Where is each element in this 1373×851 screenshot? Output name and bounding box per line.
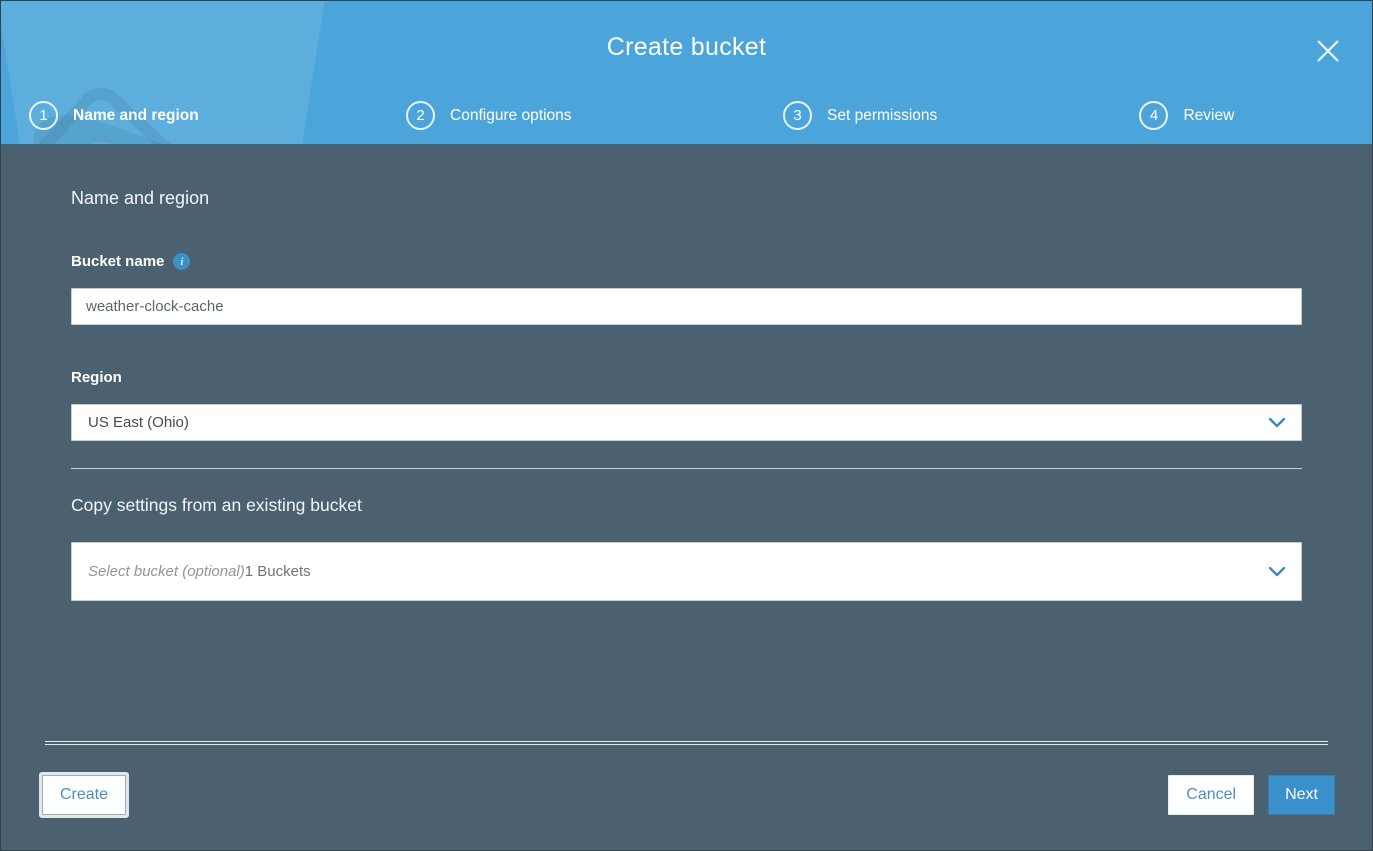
step-1-circle: 1 [29, 101, 58, 130]
next-button[interactable]: Next [1268, 775, 1335, 815]
footer-buttons: Create Cancel Next [1, 745, 1372, 850]
step-review[interactable]: 4 Review [1111, 101, 1371, 130]
step-1-label: Name and region [73, 107, 199, 125]
chevron-down-icon [1269, 567, 1285, 577]
step-4-circle: 4 [1139, 101, 1168, 130]
region-label: Region [71, 369, 122, 386]
copy-settings-placeholder: Select bucket (optional)1 Buckets [88, 563, 311, 580]
dialog-header: Create bucket 1 Name and region 2 Config… [1, 1, 1372, 146]
region-select[interactable]: US East (Ohio) [71, 404, 1302, 441]
section-divider [71, 468, 1302, 469]
step-2-label: Configure options [450, 107, 572, 125]
dialog-footer: Create Cancel Next [1, 741, 1372, 850]
info-icon[interactable]: i [173, 253, 190, 270]
bucket-name-label: Bucket name [71, 253, 164, 270]
step-3-label: Set permissions [827, 107, 937, 125]
copy-settings-heading: Copy settings from an existing bucket [71, 495, 1302, 516]
region-label-row: Region [71, 369, 1302, 386]
bucket-name-label-row: Bucket name i [71, 253, 1302, 270]
step-name-and-region[interactable]: 1 Name and region [1, 101, 378, 130]
create-button[interactable]: Create [42, 775, 126, 815]
chevron-down-icon [1269, 418, 1285, 428]
step-4-label: Review [1183, 107, 1234, 125]
select-bucket-placeholder-text: Select bucket (optional) [88, 563, 245, 580]
copy-settings-bucket-select[interactable]: Select bucket (optional)1 Buckets [71, 542, 1302, 601]
bucket-name-input[interactable] [71, 288, 1302, 325]
step-set-permissions[interactable]: 3 Set permissions [755, 101, 1111, 130]
dialog-body: Name and region Bucket name i Region US … [1, 188, 1372, 601]
dialog-title: Create bucket [1, 1, 1372, 62]
close-button[interactable] [1310, 33, 1346, 69]
close-icon [1315, 38, 1341, 64]
bucket-count-text: 1 Buckets [245, 563, 311, 580]
create-bucket-dialog: Create bucket 1 Name and region 2 Config… [0, 0, 1373, 851]
cancel-button[interactable]: Cancel [1168, 775, 1254, 815]
step-configure-options[interactable]: 2 Configure options [378, 101, 755, 130]
step-3-circle: 3 [783, 101, 812, 130]
step-2-circle: 2 [406, 101, 435, 130]
wizard-steps: 1 Name and region 2 Configure options 3 … [1, 101, 1372, 130]
section-heading: Name and region [71, 188, 1302, 209]
region-selected-value: US East (Ohio) [88, 414, 189, 431]
